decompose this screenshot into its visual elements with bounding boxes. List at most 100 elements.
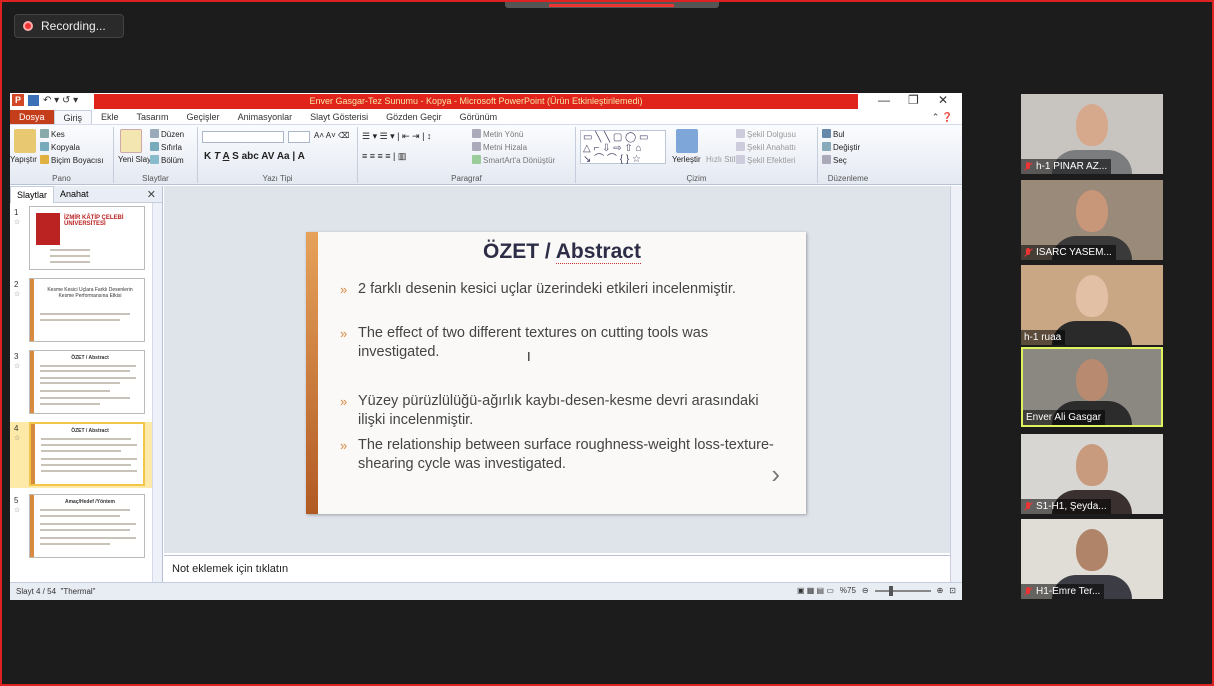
font-grow-icon[interactable]: A˄ A˅ ⌫ — [314, 131, 349, 140]
slides-pane: Slaytlar Anahat ✕ 1 ☆ İZMİR KÂTİP ÇELEBİ … — [10, 185, 163, 582]
status-bar: Slayt 4 / 54 "Thermal" ▣ ▦ ▤ ▭ %75 ⊖ ⊕ ⊡ — [10, 582, 962, 600]
zoom-slider[interactable] — [874, 585, 931, 596]
tab-gecisler[interactable]: Geçişler — [178, 110, 229, 124]
text-cursor-icon: I — [527, 349, 531, 364]
group-label: Paragraf — [451, 174, 482, 183]
save-icon[interactable] — [28, 94, 39, 106]
arrange-icon[interactable] — [676, 129, 698, 153]
tab-slaytlar[interactable]: Slaytlar — [10, 185, 55, 203]
participant-video — [1076, 444, 1108, 486]
layout-button[interactable]: Düzen — [150, 129, 184, 139]
muted-mic-icon — [1024, 501, 1032, 512]
shape-fill-button[interactable]: Şekil Dolgusu — [736, 129, 796, 139]
zoom-out-icon[interactable]: ⊖ — [862, 586, 869, 595]
align-icons[interactable]: ≡ ≡ ≡ ≡ | ▥ — [362, 151, 406, 162]
slide-thumbnail-selected[interactable]: 4 ☆ ÖZET / Abstract — [10, 422, 152, 488]
shape-effects-button[interactable]: Şekil Efektleri — [736, 155, 795, 165]
format-painter-button[interactable]: Biçim Boyacısı — [40, 155, 103, 165]
slide-thumbnail[interactable]: 3 ☆ ÖZET / Abstract — [10, 350, 152, 416]
font-format-icons[interactable]: K T A S abc AV Aa | A — [204, 151, 305, 162]
paste-button[interactable]: Yapıştır — [10, 155, 37, 164]
participant-tile[interactable]: S1-H1, Şeyda... — [1021, 434, 1163, 514]
slide-thumbnail[interactable]: 1 ☆ İZMİR KÂTİP ÇELEBİ ÜNİVERSİTESİ — [10, 206, 152, 272]
select-button[interactable]: Seç — [822, 155, 847, 165]
group-label: Çizim — [686, 174, 707, 183]
smartart-button[interactable]: SmartArt'a Dönüştür — [472, 155, 555, 165]
paste-icon[interactable] — [14, 129, 36, 153]
quick-access-toolbar: P ↶ ▾ ↺ ▾ — [12, 94, 78, 106]
find-button[interactable]: Bul — [822, 129, 845, 139]
list-icons[interactable]: ☰ ▾ ☰ ▾ | ⇤ ⇥ | ↕ — [362, 131, 431, 142]
tab-anahat[interactable]: Anahat — [54, 189, 95, 199]
maximize-button[interactable]: ❐ — [908, 93, 919, 107]
section-button[interactable]: Bölüm — [150, 155, 184, 165]
thumb-title: Amaç/Hedef /Yöntem — [64, 499, 115, 505]
fit-window-icon[interactable]: ⊡ — [949, 586, 956, 595]
tab-slayt-gosterisi[interactable]: Slayt Gösterisi — [301, 110, 377, 124]
text-direction-button[interactable]: Metin Yönü — [472, 129, 523, 139]
tab-dosya[interactable]: Dosya — [10, 110, 54, 124]
participant-name: Enver Ali Gasgar — [1026, 412, 1102, 423]
tab-gozden-gecir[interactable]: Gözden Geçir — [377, 110, 451, 124]
new-slide-button[interactable]: Yeni Slayt — [118, 155, 153, 164]
editor-scrollbar[interactable] — [950, 186, 962, 582]
help-icon[interactable]: ⌃ ❓ — [923, 110, 962, 124]
font-family-combo[interactable] — [202, 131, 284, 143]
slides-pane-scrollbar[interactable] — [152, 203, 162, 582]
slide-title[interactable]: ÖZET / Abstract — [318, 240, 806, 264]
font-size-combo[interactable] — [288, 131, 310, 143]
participant-tile[interactable]: h-1 ruaa — [1021, 265, 1163, 345]
close-button[interactable]: ✕ — [938, 93, 948, 107]
powerpoint-logo-icon: P — [12, 94, 24, 106]
tab-animasyonlar[interactable]: Animasyonlar — [229, 110, 302, 124]
ribbon-tabs: Dosya Giriş Ekle Tasarım Geçişler Animas… — [10, 110, 962, 125]
participant-tile[interactable]: h-1 PINAR AZ... — [1021, 94, 1163, 174]
replace-button[interactable]: Değiştir — [822, 142, 860, 152]
bullet-item[interactable]: » 2 farklı desenin kesici uçlar üzerindek… — [340, 280, 778, 299]
record-icon — [23, 21, 33, 31]
tab-ekle[interactable]: Ekle — [92, 110, 128, 124]
notes-pane[interactable]: Not eklemek için tıklatın — [164, 555, 950, 581]
shape-outline-button[interactable]: Şekil Anahattı — [736, 142, 796, 152]
powerpoint-window: P ↶ ▾ ↺ ▾ Enver Gasgar-Tez Sunumu - Kopy… — [10, 93, 962, 600]
reset-button[interactable]: Sıfırla — [150, 142, 182, 152]
copy-button[interactable]: Kopyala — [40, 142, 80, 152]
recording-indicator[interactable]: Recording... — [14, 14, 124, 38]
group-label: Slaytlar — [142, 174, 169, 183]
participant-tile[interactable]: H1-Emre Ter... — [1021, 519, 1163, 599]
slide-counter: Slayt 4 / 54 — [16, 587, 57, 596]
close-pane-icon[interactable]: ✕ — [141, 188, 162, 201]
undo-icon[interactable]: ↶ ▾ ↺ ▾ — [43, 95, 78, 106]
bullet-item[interactable]: » The relationship between surface roughn… — [340, 436, 778, 474]
new-slide-icon[interactable] — [120, 129, 142, 153]
zoom-level[interactable]: %75 — [840, 586, 856, 595]
current-slide[interactable]: ÖZET / Abstract » 2 farklı desenin kesici… — [306, 232, 806, 514]
participant-video — [1076, 359, 1108, 401]
tab-tasarim[interactable]: Tasarım — [128, 110, 178, 124]
recording-label: Recording... — [41, 19, 106, 33]
tab-gorunum[interactable]: Görünüm — [451, 110, 507, 124]
participant-tile[interactable]: ISARC YASEM... — [1021, 180, 1163, 260]
cut-button[interactable]: Kes — [40, 129, 65, 139]
slide-thumbnail[interactable]: 2 ☆ Kesme Kesici Uçlara Farklı Desenlerin… — [10, 278, 152, 344]
screen-share-bar[interactable] — [505, 2, 719, 8]
zoom-in-icon[interactable]: ⊕ — [937, 586, 944, 595]
muted-mic-icon — [1024, 586, 1032, 597]
slide-accent-bar — [306, 232, 318, 514]
view-buttons-icon[interactable]: ▣ ▦ ▤ ▭ — [797, 586, 834, 595]
arrange-button[interactable]: Yerleştir — [672, 155, 701, 164]
bullet-item[interactable]: » The effect of two different textures on… — [340, 324, 778, 362]
tab-giris[interactable]: Giriş — [53, 110, 93, 124]
participant-name: S1-H1, Şeyda... — [1036, 501, 1107, 512]
shapes-gallery[interactable]: ▭ ╲ ╲ ▢ ◯ ▭ △ ⌐ ⇩ ⇨ ⇧ ⌂ ↘ ⌒ ⌒ { } ☆ — [580, 130, 666, 165]
group-paragraf: ☰ ▾ ☰ ▾ | ⇤ ⇥ | ↕ ≡ ≡ ≡ ≡ | ▥ Metin Yönü… — [358, 127, 576, 183]
minimize-button[interactable]: — — [878, 93, 890, 107]
slide-thumbnail[interactable]: 5 ☆ Amaç/Hedef /Yöntem — [10, 494, 152, 560]
align-text-button[interactable]: Metni Hizala — [472, 142, 527, 152]
thumb-title: İZMİR KÂTİP ÇELEBİ ÜNİVERSİTESİ — [64, 215, 124, 227]
participant-tile-active-speaker[interactable]: Enver Ali Gasgar — [1021, 347, 1163, 427]
participant-video — [1076, 529, 1108, 571]
slide-editor[interactable]: ÖZET / Abstract » 2 farklı desenin kesici… — [164, 186, 950, 553]
bullet-item[interactable]: » Yüzey pürüzlülüğü-ağırlık kaybı-desen-k… — [340, 392, 778, 430]
theme-name[interactable]: "Thermal" — [60, 587, 95, 596]
